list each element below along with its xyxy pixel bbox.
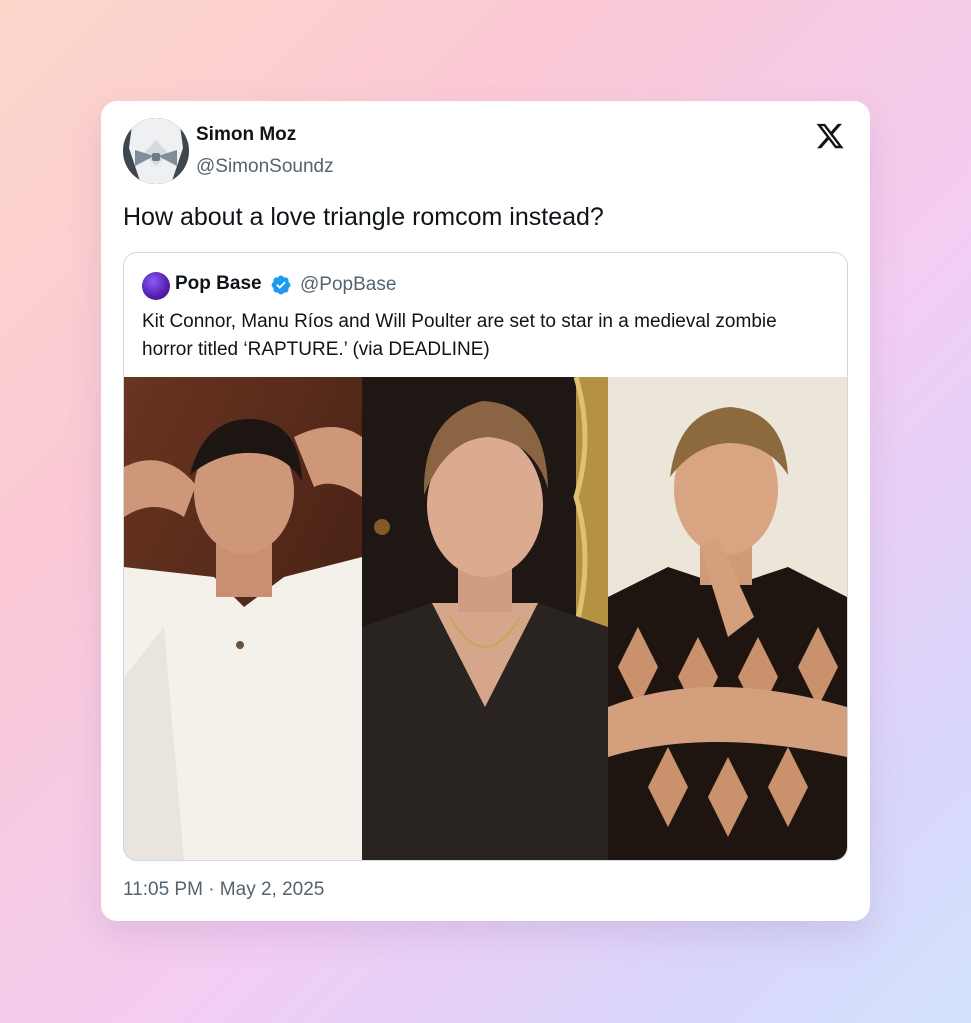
photo-will-poulter[interactable] [608, 377, 847, 860]
quoted-author-avatar[interactable] [142, 272, 170, 300]
quoted-tweet[interactable]: Pop Base @PopBase Kit Connor, Manu Ríos … [123, 252, 848, 861]
tweet-card: Simon Moz @SimonSoundz How about a love … [101, 101, 870, 921]
quoted-author-name[interactable]: Pop Base [175, 273, 262, 295]
x-logo-icon[interactable] [815, 121, 845, 151]
photo-manu-rios[interactable] [124, 377, 362, 860]
quoted-tweet-text: Kit Connor, Manu Ríos and Will Poulter a… [142, 311, 777, 360]
tweet-text: How about a love triangle romcom instead… [123, 203, 604, 231]
photo-kit-connor[interactable] [362, 377, 608, 860]
verified-badge-icon [270, 274, 292, 296]
photo-grid [124, 377, 847, 860]
author-avatar[interactable] [123, 118, 189, 184]
author-name[interactable]: Simon Moz [196, 124, 296, 146]
quoted-author-handle[interactable]: @PopBase [300, 274, 396, 296]
tweet-timestamp[interactable]: 11:05 PM · May 2, 2025 [123, 879, 324, 901]
author-handle[interactable]: @SimonSoundz [196, 156, 334, 178]
